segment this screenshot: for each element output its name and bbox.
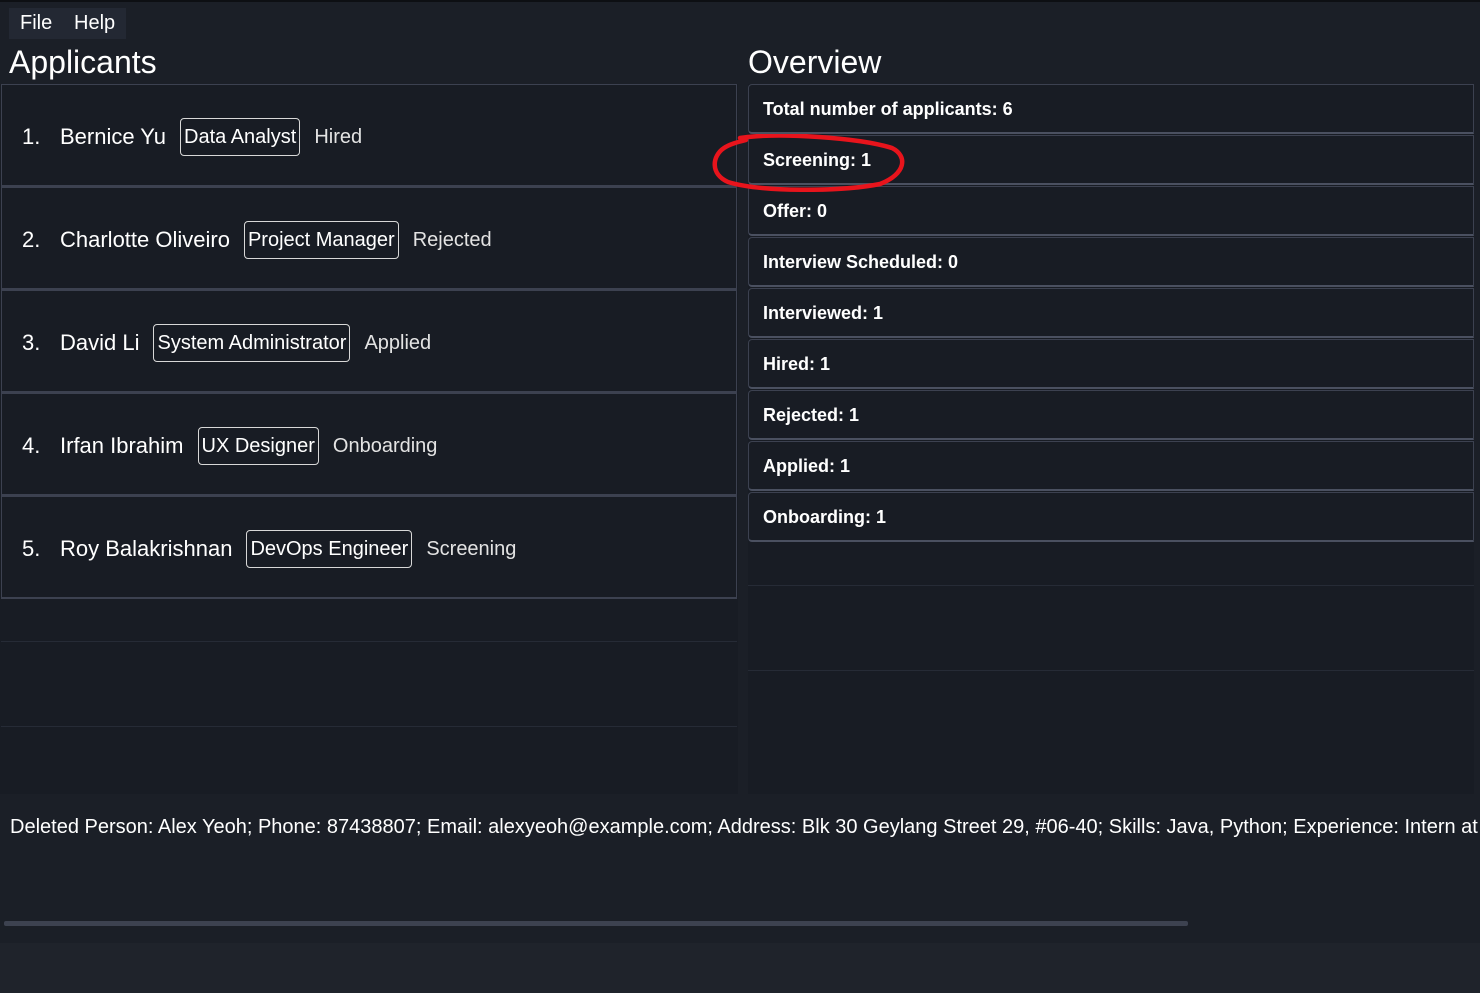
applicant-index: 4. xyxy=(22,433,41,458)
role-tag: Project Manager xyxy=(243,221,399,259)
applicant-status: Applied xyxy=(364,331,432,354)
applicant-index: 2. xyxy=(22,227,41,252)
applicant-list: 1. Bernice Yu Data Analyst Hired 2. Char… xyxy=(1,84,737,727)
applicant-name: Roy Balakrishnan xyxy=(60,536,233,561)
empty-stat-row xyxy=(748,543,1474,586)
applicant-card[interactable]: 5. Roy Balakrishnan DevOps Engineer Scre… xyxy=(1,496,737,599)
horizontal-scrollbar[interactable] xyxy=(0,918,1480,928)
role-tag: DevOps Engineer xyxy=(246,530,413,568)
applicant-status: Onboarding xyxy=(332,434,438,457)
stat-label: Applied: 1 xyxy=(763,456,851,476)
applicant-name: Bernice Yu xyxy=(60,124,167,149)
applicants-title: Applicants xyxy=(9,44,157,80)
applicant-index: 1. xyxy=(22,124,41,149)
empty-list-row xyxy=(1,642,737,727)
applicant-list-panel[interactable]: 1. Bernice Yu Data Analyst Hired 2. Char… xyxy=(0,84,738,794)
result-display[interactable]: Deleted Person: Alex Yeoh; Phone: 874388… xyxy=(0,806,1480,918)
role-tag: UX Designer xyxy=(197,427,319,465)
role-tag: Data Analyst xyxy=(180,118,301,156)
applicant-name: Charlotte Oliveiro xyxy=(60,227,230,252)
applicant-card[interactable]: 2. Charlotte Oliveiro Project Manager Re… xyxy=(1,187,737,290)
applicant-card[interactable]: 4. Irfan Ibrahim UX Designer Onboarding xyxy=(1,393,737,496)
stat-label: Rejected: 1 xyxy=(763,405,860,425)
menu-help[interactable]: Help xyxy=(63,8,127,39)
applicant-name: Irfan Ibrahim xyxy=(60,433,184,458)
stat-label: Onboarding: 1 xyxy=(763,507,886,527)
applicant-index: 5. xyxy=(22,536,41,561)
stat-interviewed[interactable]: Interviewed: 1 xyxy=(748,288,1474,338)
stat-rejected[interactable]: Rejected: 1 xyxy=(748,390,1474,440)
red-circle-annotation xyxy=(712,134,905,192)
role-tag: System Administrator xyxy=(153,324,351,362)
stat-label: Total number of applicants: 6 xyxy=(763,99,1013,119)
stat-hired[interactable]: Hired: 1 xyxy=(748,339,1474,389)
stat-interview-scheduled[interactable]: Interview Scheduled: 0 xyxy=(748,237,1474,287)
menu-file[interactable]: File xyxy=(9,8,64,39)
stat-label: Hired: 1 xyxy=(763,354,831,374)
applicant-status: Rejected xyxy=(412,228,492,251)
stat-onboarding[interactable]: Onboarding: 1 xyxy=(748,492,1474,542)
stat-applied[interactable]: Applied: 1 xyxy=(748,441,1474,491)
stat-label: Interviewed: 1 xyxy=(763,303,884,323)
applicant-card[interactable]: 1. Bernice Yu Data Analyst Hired xyxy=(1,84,737,187)
applicant-index: 3. xyxy=(22,330,41,355)
empty-list-row xyxy=(1,599,737,642)
app-window: File Help Applicants Overview 1. Bernice… xyxy=(0,0,1480,993)
overview-title: Overview xyxy=(748,44,882,80)
menu-bar: File Help xyxy=(0,0,1480,39)
stat-label: Offer: 0 xyxy=(763,201,828,221)
applicant-status: Hired xyxy=(314,125,363,148)
status-bar xyxy=(0,943,1480,993)
result-text: Deleted Person: Alex Yeoh; Phone: 874388… xyxy=(10,816,1480,838)
stat-offer[interactable]: Offer: 0 xyxy=(748,186,1474,236)
applicant-status: Screening xyxy=(426,537,517,560)
applicant-name: David Li xyxy=(60,330,140,355)
stat-total[interactable]: Total number of applicants: 6 xyxy=(748,84,1474,134)
stat-label: Interview Scheduled: 0 xyxy=(763,252,959,272)
applicant-card[interactable]: 3. David Li System Administrator Applied xyxy=(1,290,737,393)
empty-stat-row xyxy=(748,586,1474,671)
scrollbar-thumb[interactable] xyxy=(4,921,1188,926)
